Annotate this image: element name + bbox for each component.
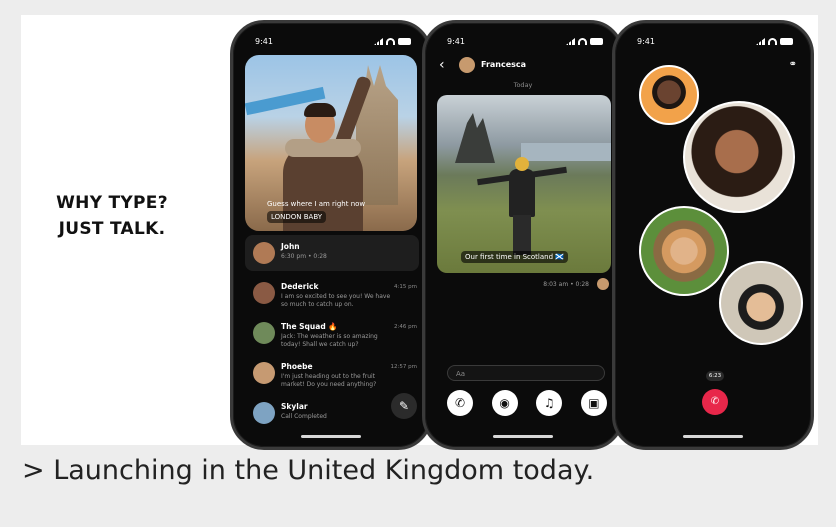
photo-caption: Our first time in Scotland 🏴󠁧󠁢󠁳󠁣󠁴󠁿 [461, 251, 568, 263]
sender-avatar [597, 278, 609, 290]
conversation-header: ‹ Francesca [439, 57, 607, 77]
signal-icon [756, 38, 765, 45]
chat-time: 12:57 pm [390, 364, 417, 370]
avatar [253, 402, 275, 424]
hangup-icon: ✆ [710, 396, 720, 407]
wifi-icon [578, 38, 587, 45]
phone-group-call: 9:41 ⚭ 6:23 ✆ [612, 20, 814, 450]
pencil-icon: ✎ [398, 399, 410, 413]
chat-sub: I'm just heading out to the fruit market… [281, 373, 377, 388]
wifi-icon [768, 38, 777, 45]
contact-name[interactable]: Francesca [481, 60, 526, 69]
chat-row-dederick[interactable]: Dederick I am so excited to see you! We … [245, 275, 419, 315]
status-bar: 9:41 [255, 37, 411, 49]
status-bar: 9:41 [637, 37, 793, 49]
chat-name: Skylar [281, 402, 308, 411]
avatar [253, 362, 275, 384]
message-meta: 8:03 am • 0:28 [543, 281, 589, 288]
signal-icon [566, 38, 575, 45]
action-bar: ✆ ◉ ♫ ▣ [447, 390, 607, 416]
chat-name: The Squad 🔥 [281, 322, 338, 331]
avatar[interactable] [459, 57, 475, 73]
status-time: 9:41 [637, 37, 655, 46]
chat-row-the-squad[interactable]: The Squad 🔥 Jack: The weather is so amaz… [245, 315, 419, 355]
participant-bubble[interactable] [639, 65, 699, 125]
status-time: 9:41 [447, 37, 465, 46]
message-input[interactable]: Aa [447, 365, 605, 381]
status-bar: 9:41 [447, 37, 603, 49]
phone-conversation: 9:41 ‹ Francesca Today Our first time in… [422, 20, 624, 450]
chat-name: Dederick [281, 282, 319, 291]
participant-bubble[interactable] [719, 261, 803, 345]
tagline: WHY TYPE? JUST TALK. [32, 190, 192, 242]
caption-text: > Launching in the United Kingdom today. [22, 455, 595, 486]
chat-name: Phoebe [281, 362, 313, 371]
wifi-icon [386, 38, 395, 45]
home-indicator [301, 435, 361, 438]
avatar [253, 242, 275, 264]
end-call-button[interactable]: ✆ [702, 389, 728, 415]
chat-sub: I am so excited to see you! We have so m… [281, 293, 391, 308]
story-message: Guess where I am right now [267, 200, 366, 208]
camera-icon[interactable]: ◉ [491, 390, 518, 416]
microphone-icon[interactable]: ♫ [536, 390, 563, 416]
date-divider: Today [513, 81, 533, 89]
story-photo[interactable]: Guess where I am right now LONDON BABY [245, 55, 417, 231]
message-photo[interactable]: Our first time in Scotland 🏴󠁧󠁢󠁳󠁣󠁴󠁿 [437, 95, 611, 273]
participant-bubble[interactable] [683, 101, 795, 213]
status-time: 9:41 [255, 37, 273, 46]
chat-time: 2:46 pm [394, 324, 417, 330]
phone-icon[interactable]: ✆ [447, 390, 473, 416]
signal-icon [374, 38, 383, 45]
image-icon[interactable]: ▣ [580, 390, 607, 416]
home-indicator [493, 435, 553, 438]
tagline-line-1: WHY TYPE? [56, 193, 168, 213]
chat-sub: 6:30 pm • 0:28 [281, 253, 327, 260]
chat-row-john[interactable]: John 6:30 pm • 0:28 [245, 235, 419, 271]
phone-chat-list: 9:41 Guess where I am right now LONDON B… [230, 20, 432, 450]
chat-sub: Jack: The weather is so amazing today! S… [281, 333, 378, 348]
tagline-line-2: JUST TALK. [58, 219, 166, 239]
chat-name: John [281, 242, 300, 251]
compose-button[interactable]: ✎ [391, 393, 417, 419]
chat-time: 4:15 pm [394, 284, 417, 290]
participant-bubble[interactable] [639, 206, 729, 296]
back-icon[interactable]: ‹ [439, 57, 445, 73]
battery-icon [780, 38, 793, 45]
battery-icon [590, 38, 603, 45]
call-timer: 6:23 [706, 371, 724, 381]
avatar [253, 322, 275, 344]
battery-icon [398, 38, 411, 45]
avatar [253, 282, 275, 304]
chat-sub: Call Completed [281, 413, 327, 420]
effects-icon[interactable]: ⚭ [789, 59, 797, 70]
home-indicator [683, 435, 743, 438]
story-tag: LONDON BABY [267, 211, 327, 223]
chat-row-phoebe[interactable]: Phoebe I'm just heading out to the fruit… [245, 355, 419, 395]
